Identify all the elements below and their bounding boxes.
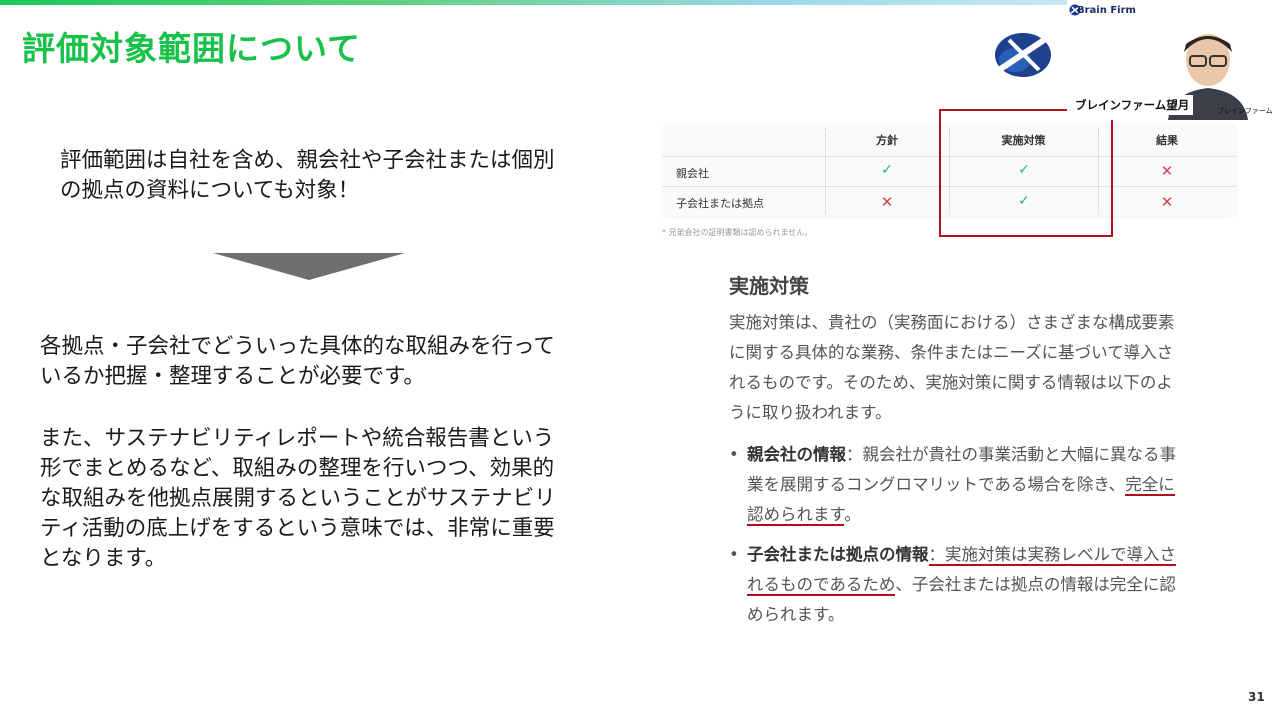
row-label-parent: 親会社 xyxy=(676,167,709,180)
bullet-item-parent: • 親会社の情報：親会社が貴社の事業活動と大幅に異なる事業を展開するコングロマリッ… xyxy=(729,440,1179,530)
cross-icon: ✕ xyxy=(1160,162,1174,180)
highlight-box xyxy=(939,109,1113,237)
header-results: 結果 xyxy=(1156,134,1178,147)
header-policy: 方針 xyxy=(876,134,898,147)
bullet-item-subsidiary: • 子会社または拠点の情報：実施対策は実務レベルで導入されるものであるため、子会社… xyxy=(729,540,1179,630)
slide-title: 評価対象範囲について xyxy=(22,29,362,68)
brainfirm-logo-icon xyxy=(995,33,1051,77)
body-paragraph-2: また、サステナビリティレポートや統合報告書という形でまとめるなど、取組みの整理を… xyxy=(40,426,556,571)
bullet-head: 親会社の情報 xyxy=(747,445,846,464)
table-footnote: * 兄弟会社の証明書類は認められません。 xyxy=(662,228,813,237)
row-label-subsidiary: 子会社または拠点 xyxy=(676,197,764,210)
cross-icon: ✕ xyxy=(880,193,894,211)
bullet-head: 子会社または拠点の情報 xyxy=(747,545,929,564)
cross-icon: ✕ xyxy=(1160,193,1174,211)
section-body: 実施対策は、貴社の（実務面における）さまざまな構成要素に関する具体的な業務、条件… xyxy=(729,313,1175,422)
bullet-dot-icon: • xyxy=(729,545,739,564)
bullet-list: • 親会社の情報：親会社が貴社の事業活動と大幅に異なる事業を展開するコングロマリッ… xyxy=(729,440,1179,640)
page-number: 31 xyxy=(1248,690,1265,704)
check-icon: ✓ xyxy=(881,162,893,178)
presenter-brand: ブレインファーム xyxy=(1217,107,1273,115)
intro-text: 評価範囲は自社を含め、親会社や子会社または個別の拠点の資料についても対象！ xyxy=(60,148,555,203)
down-arrow-icon xyxy=(213,253,405,280)
webcam-overlay: Brain Firm ブレインファーム望月 ブレインファーム xyxy=(1067,0,1280,120)
presenter-name: ブレインファーム望月 xyxy=(1071,95,1194,115)
section-title: 実施対策 xyxy=(729,274,809,298)
bullet-dot-icon: • xyxy=(729,445,739,464)
brainfirm-logo-text: Brain Firm xyxy=(1077,5,1136,16)
bullet-text: 。 xyxy=(844,505,861,524)
body-paragraph-1: 各拠点・子会社でどういった具体的な取組みを行っているか把握・整理することが必要で… xyxy=(40,334,555,389)
